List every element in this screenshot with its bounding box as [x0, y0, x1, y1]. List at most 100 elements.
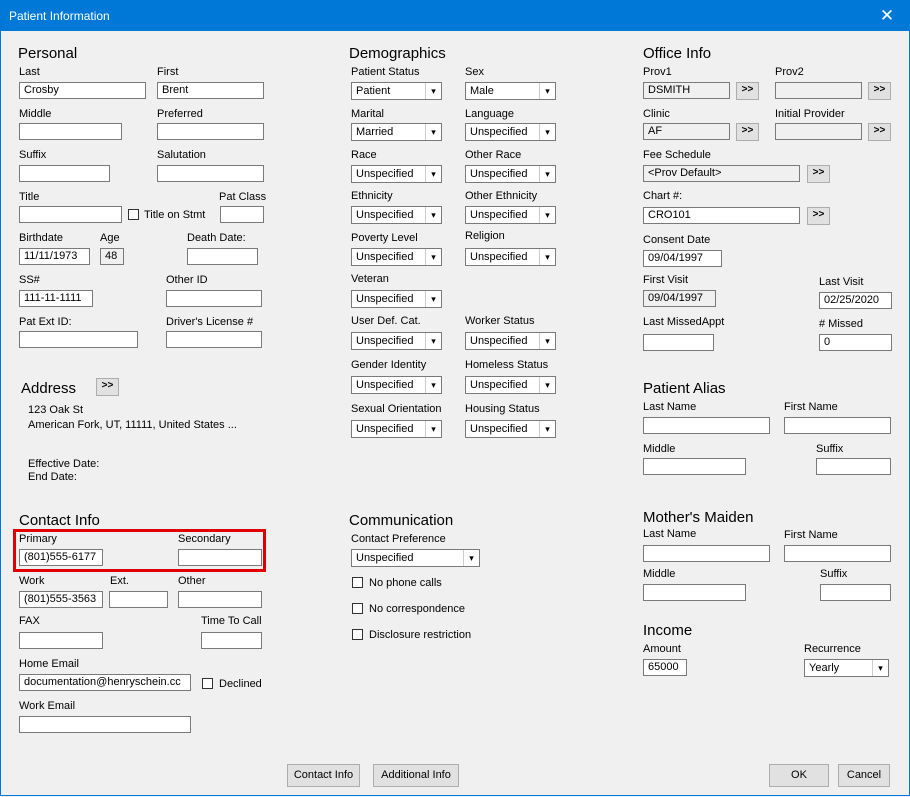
veteran-dropdown[interactable]: Unspecified ▾	[351, 290, 442, 308]
work-email-input[interactable]	[19, 716, 191, 733]
marital-value: Married	[356, 126, 394, 138]
time-to-call-label: Time To Call	[201, 615, 262, 627]
birthdate-input[interactable]: 11/11/1973	[19, 248, 90, 265]
initial-provider-expand-button[interactable]: >>	[868, 123, 891, 141]
worker-status-dropdown[interactable]: Unspecified ▾	[465, 332, 556, 350]
preferred-input[interactable]	[157, 123, 264, 140]
recurrence-dropdown[interactable]: Yearly ▾	[804, 659, 889, 677]
clinic-expand-button[interactable]: >>	[736, 123, 759, 141]
alias-last-name-input[interactable]	[643, 417, 770, 434]
work-phone-input[interactable]: (801)555-3563	[19, 591, 103, 608]
maiden-middle-input[interactable]	[643, 584, 746, 601]
title-bar: Patient Information ✕	[0, 0, 910, 31]
chevron-down-icon: ▾	[539, 333, 555, 349]
time-to-call-input[interactable]	[201, 632, 262, 649]
poverty-level-dropdown[interactable]: Unspecified ▾	[351, 248, 442, 266]
mothers-maiden-heading: Mother's Maiden	[643, 509, 754, 526]
other-id-label: Other ID	[166, 274, 208, 286]
last-name-input[interactable]: Crosby	[19, 82, 146, 99]
pat-class-input[interactable]	[220, 206, 264, 223]
missed-count-input[interactable]: 0	[819, 334, 892, 351]
marital-dropdown[interactable]: Married ▾	[351, 123, 442, 141]
user-def-cat-dropdown[interactable]: Unspecified ▾	[351, 332, 442, 350]
secondary-phone-input[interactable]	[178, 549, 262, 566]
death-date-input[interactable]	[187, 248, 258, 265]
race-label: Race	[351, 149, 377, 161]
home-email-input[interactable]: documentation@henryschein.cc	[19, 674, 191, 691]
sex-label: Sex	[465, 66, 484, 78]
fax-input[interactable]	[19, 632, 103, 649]
housing-status-dropdown[interactable]: Unspecified ▾	[465, 420, 556, 438]
additional-info-button[interactable]: Additional Info	[373, 764, 459, 787]
no-correspondence-label: No correspondence	[369, 603, 466, 615]
language-dropdown[interactable]: Unspecified ▾	[465, 123, 556, 141]
prov1-field: DSMITH	[643, 82, 730, 99]
alias-suffix-input[interactable]	[816, 458, 891, 475]
contact-info-heading: Contact Info	[19, 512, 100, 529]
address-expand-button[interactable]: >>	[96, 378, 119, 396]
alias-last-name-label: Last Name	[643, 401, 697, 413]
disclosure-restriction-checkbox[interactable]	[352, 629, 363, 640]
salutation-input[interactable]	[157, 165, 264, 182]
cancel-button[interactable]: Cancel	[838, 764, 890, 787]
last-missed-appt-input[interactable]	[643, 334, 714, 351]
alias-middle-input[interactable]	[643, 458, 746, 475]
other-phone-input[interactable]	[178, 591, 262, 608]
last-visit-input[interactable]: 02/25/2020	[819, 292, 892, 309]
religion-dropdown[interactable]: Unspecified ▾	[465, 248, 556, 266]
drivers-license-input[interactable]	[166, 331, 262, 348]
first-visit-label: First Visit	[643, 274, 689, 286]
primary-phone-input[interactable]: (801)555-6177	[19, 549, 103, 566]
no-correspondence-checkbox[interactable]	[352, 603, 363, 614]
other-ethnicity-dropdown[interactable]: Unspecified ▾	[465, 206, 556, 224]
ext-input[interactable]	[109, 591, 168, 608]
title-input[interactable]	[19, 206, 122, 223]
pat-ext-id-label: Pat Ext ID:	[19, 316, 72, 328]
prov2-expand-button[interactable]: >>	[868, 82, 891, 100]
amount-input[interactable]: 65000	[643, 659, 687, 676]
other-race-dropdown[interactable]: Unspecified ▾	[465, 165, 556, 183]
fee-schedule-field: <Prov Default>	[643, 165, 800, 182]
race-dropdown[interactable]: Unspecified ▾	[351, 165, 442, 183]
other-id-input[interactable]	[166, 290, 262, 307]
maiden-suffix-input[interactable]	[820, 584, 891, 601]
age-field: 48	[100, 248, 124, 265]
alias-first-name-input[interactable]	[784, 417, 891, 434]
middle-input[interactable]	[19, 123, 122, 140]
chevron-down-icon: ▾	[425, 124, 441, 140]
no-phone-calls-checkbox[interactable]	[352, 577, 363, 588]
chart-number-input[interactable]: CRO101	[643, 207, 800, 224]
gender-identity-dropdown[interactable]: Unspecified ▾	[351, 376, 442, 394]
consent-date-input[interactable]: 09/04/1997	[643, 250, 722, 267]
patient-status-dropdown[interactable]: Patient ▾	[351, 82, 442, 100]
other-phone-label: Other	[178, 575, 206, 587]
chevron-down-icon: ▾	[539, 124, 555, 140]
maiden-last-name-input[interactable]	[643, 545, 770, 562]
ssn-input[interactable]: 111-11-1111	[19, 290, 93, 307]
contact-preference-dropdown[interactable]: Unspecified ▾	[351, 549, 480, 567]
ok-button[interactable]: OK	[769, 764, 829, 787]
suffix-input[interactable]	[19, 165, 110, 182]
address-heading: Address	[21, 380, 77, 397]
fee-schedule-expand-button[interactable]: >>	[807, 165, 830, 183]
housing-status-value: Unspecified	[470, 423, 528, 435]
sex-dropdown[interactable]: Male ▾	[465, 82, 556, 100]
first-name-input[interactable]: Brent	[157, 82, 264, 99]
title-on-stmt-checkbox[interactable]	[128, 209, 139, 220]
ethnicity-dropdown[interactable]: Unspecified ▾	[351, 206, 442, 224]
end-date-label: End Date:	[28, 471, 77, 483]
marital-label: Marital	[351, 108, 385, 120]
prov1-expand-button[interactable]: >>	[736, 82, 759, 100]
homeless-status-dropdown[interactable]: Unspecified ▾	[465, 376, 556, 394]
user-def-cat-value: Unspecified	[356, 335, 414, 347]
sexual-orientation-label: Sexual Orientation	[351, 403, 442, 415]
contact-info-button[interactable]: Contact Info	[287, 764, 360, 787]
pat-class-label: Pat Class	[219, 191, 267, 203]
sexual-orientation-dropdown[interactable]: Unspecified ▾	[351, 420, 442, 438]
declined-checkbox[interactable]	[202, 678, 213, 689]
pat-ext-id-input[interactable]	[19, 331, 138, 348]
maiden-first-name-input[interactable]	[784, 545, 891, 562]
chart-expand-button[interactable]: >>	[807, 207, 830, 225]
close-icon[interactable]: ✕	[864, 0, 910, 31]
veteran-value: Unspecified	[356, 293, 414, 305]
